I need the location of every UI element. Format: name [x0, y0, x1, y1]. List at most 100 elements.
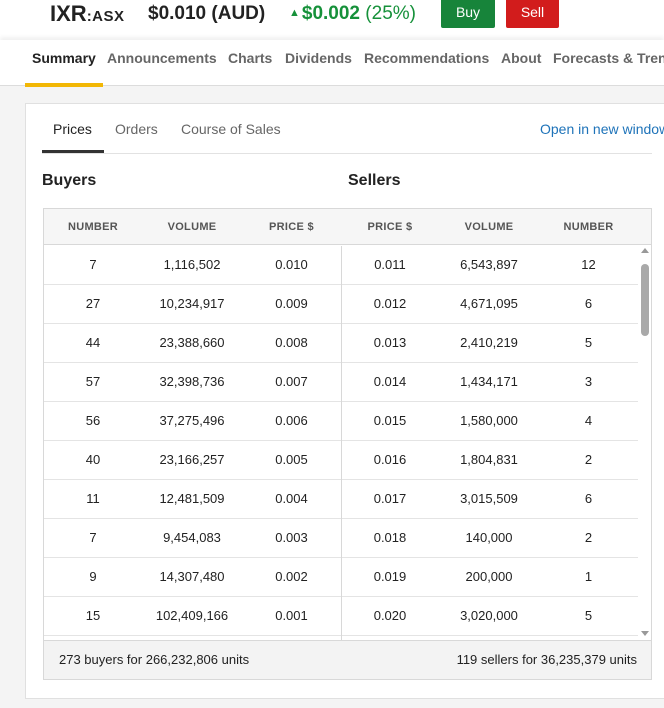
seller-number-cell: 3	[584, 374, 593, 389]
seller-price-cell: 0.017	[373, 491, 407, 506]
seller-number-cell: 6	[584, 296, 593, 311]
scroll-down-icon[interactable]	[641, 631, 649, 636]
buyer-volume-cell: 102,409,166	[155, 608, 229, 623]
col-seller-price: PRICE $	[367, 221, 413, 233]
nav-forecasts[interactable]: Forecasts & Tren	[553, 50, 664, 86]
buyer-number-cell: 15	[85, 608, 101, 623]
ticker-symbol: IXR:ASX	[50, 1, 125, 27]
buyers-sellers-divider	[341, 246, 342, 640]
nav-dividends[interactable]: Dividends	[285, 50, 352, 86]
seller-price-cell: 0.015	[373, 413, 407, 428]
buyer-price-cell: 0.009	[275, 296, 308, 311]
table-header: NUMBER VOLUME PRICE $ PRICE $ VOLUME NUM…	[44, 209, 651, 245]
quote-header: IXR:ASX $0.010 (AUD) ▲ $0.002 (25%) Buy S…	[0, 0, 664, 40]
buyers-title: Buyers	[42, 172, 97, 189]
seller-number-cell: 1	[584, 569, 593, 584]
col-seller-volume: VOLUME	[464, 221, 514, 233]
scroll-up-icon[interactable]	[641, 248, 649, 253]
price-subtabs: Prices Orders Course of Sales Open in ne…	[42, 104, 664, 154]
tab-orders[interactable]: Orders	[115, 121, 158, 137]
buyer-price-cell: 0.004	[275, 491, 308, 506]
price-change: ▲ $0.002 (25%)	[289, 3, 416, 25]
buy-button[interactable]: Buy	[441, 0, 495, 28]
buyer-volume-cell: 14,307,480	[159, 569, 225, 584]
seller-volume-cell: 2,410,219	[460, 335, 518, 350]
seller-number-cell: 6	[584, 491, 593, 506]
buyer-price-cell: 0.002	[275, 569, 308, 584]
seller-volume-cell: 140,000	[465, 530, 513, 545]
tab-course-of-sales[interactable]: Course of Sales	[181, 121, 281, 137]
change-percent: (25%)	[365, 3, 416, 24]
nav-charts[interactable]: Charts	[228, 50, 272, 86]
tab-prices[interactable]: Prices	[53, 121, 92, 137]
col-buyer-number: NUMBER	[67, 221, 119, 233]
buyer-number-cell: 44	[85, 335, 101, 350]
buyer-number-cell: 7	[89, 530, 97, 545]
col-buyer-volume: VOLUME	[167, 221, 217, 233]
buyer-number-cell: 40	[85, 452, 101, 467]
seller-volume-cell: 200,000	[465, 569, 513, 584]
buyer-volume-cell: 1,116,502	[163, 257, 221, 272]
nav-about[interactable]: About	[501, 50, 541, 86]
buyer-volume-cell: 23,166,257	[159, 452, 225, 467]
seller-volume-cell: 1,434,171	[460, 374, 518, 389]
buyer-volume-cell: 37,275,496	[159, 413, 225, 428]
seller-volume-cell: 1,580,000	[460, 413, 518, 428]
buyer-number-cell: 57	[85, 374, 101, 389]
col-buyer-price: PRICE $	[269, 221, 314, 233]
seller-price-cell: 0.019	[373, 569, 407, 584]
buyer-number-cell: 27	[85, 296, 101, 311]
market-depth-table: NUMBER VOLUME PRICE $ PRICE $ VOLUME NUM…	[43, 208, 652, 680]
sellers-summary: 119 sellers for 36,235,379 units	[456, 652, 637, 667]
exchange-code: :ASX	[86, 8, 125, 25]
buyer-number-cell: 7	[89, 257, 97, 272]
seller-number-cell: 5	[584, 608, 593, 623]
table-footer: 273 buyers for 266,232,806 units 119 sel…	[44, 640, 651, 679]
prices-card: Prices Orders Course of Sales Open in ne…	[25, 103, 664, 699]
sellers-title: Sellers	[348, 172, 401, 189]
buyer-volume-cell: 32,398,736	[159, 374, 225, 389]
seller-price-cell: 0.011	[374, 257, 406, 272]
symbol: IXR	[50, 1, 87, 26]
open-in-new-window-link[interactable]: Open in new window	[540, 121, 664, 137]
buyer-price-cell: 0.010	[275, 257, 308, 272]
nav-announcements[interactable]: Announcements	[107, 50, 217, 86]
sell-button[interactable]: Sell	[506, 0, 559, 28]
active-tab-indicator	[42, 150, 104, 153]
buyer-volume-cell: 9,454,083	[163, 530, 221, 545]
col-seller-number: NUMBER	[563, 221, 614, 233]
seller-price-cell: 0.018	[373, 530, 407, 545]
seller-number-cell: 4	[584, 413, 593, 428]
buyer-price-cell: 0.006	[275, 413, 308, 428]
last-price: $0.010 (AUD)	[148, 3, 266, 24]
scroll-thumb[interactable]	[641, 264, 649, 336]
buyer-price-cell: 0.001	[275, 608, 308, 623]
buyer-number-cell: 56	[85, 413, 101, 428]
seller-price-cell: 0.012	[373, 296, 407, 311]
seller-volume-cell: 3,015,509	[460, 491, 518, 506]
nav-recommendations[interactable]: Recommendations	[364, 50, 489, 86]
seller-number-cell: 2	[584, 452, 593, 467]
buyer-number-cell: 9	[89, 569, 97, 584]
seller-number-cell: 12	[581, 257, 596, 272]
buyer-price-cell: 0.003	[275, 530, 308, 545]
seller-volume-cell: 6,543,897	[460, 257, 518, 272]
section-nav: Summary Announcements Charts Dividends R…	[0, 40, 664, 87]
buyer-volume-cell: 10,234,917	[159, 296, 225, 311]
buyer-price-cell: 0.007	[275, 374, 308, 389]
seller-volume-cell: 1,804,831	[460, 452, 518, 467]
seller-price-cell: 0.016	[373, 452, 407, 467]
seller-price-cell: 0.020	[373, 608, 407, 623]
seller-price-cell: 0.013	[373, 335, 407, 350]
seller-number-cell: 2	[584, 530, 593, 545]
seller-number-cell: 5	[584, 335, 593, 350]
nav-summary[interactable]: Summary	[25, 50, 103, 87]
table-scrollbar[interactable]	[638, 246, 651, 640]
buyer-price-cell: 0.008	[275, 335, 308, 350]
seller-volume-cell: 3,020,000	[460, 608, 518, 623]
change-amount: $0.002	[301, 3, 361, 24]
buyers-summary: 273 buyers for 266,232,806 units	[59, 652, 250, 667]
up-arrow-icon: ▲	[289, 7, 300, 19]
buyer-price-cell: 0.005	[275, 452, 308, 467]
buyer-number-cell: 11	[86, 491, 100, 506]
